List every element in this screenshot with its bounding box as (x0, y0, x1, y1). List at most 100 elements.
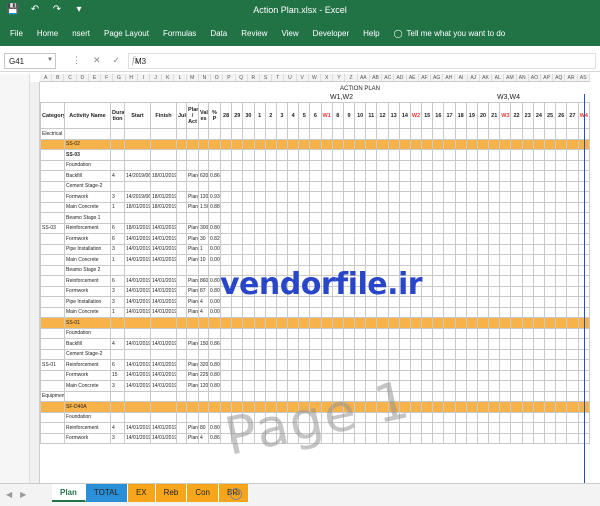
day-cell[interactable] (465, 170, 478, 182)
cell-val[interactable] (198, 401, 209, 413)
day-cell[interactable] (309, 338, 322, 350)
day-cell[interactable] (264, 222, 277, 234)
day-cell[interactable] (543, 327, 557, 339)
day-cell[interactable] (387, 212, 400, 224)
day-cell[interactable] (521, 348, 534, 360)
ribbon-tab[interactable]: Page Layout (104, 29, 149, 38)
column-letter[interactable]: A (40, 74, 53, 81)
day-cell[interactable] (320, 317, 333, 329)
day-cell[interactable] (287, 254, 300, 266)
day-cell[interactable] (432, 306, 445, 318)
cell-cat[interactable] (40, 348, 65, 360)
day-cell[interactable] (532, 254, 545, 266)
cell-cat[interactable] (40, 254, 65, 266)
day-cell[interactable] (409, 170, 423, 182)
day-cell[interactable] (454, 243, 467, 255)
cell-dur[interactable]: 3 (110, 243, 125, 255)
day-cell[interactable] (432, 180, 445, 192)
day-cell[interactable] (298, 306, 311, 318)
cell-finish[interactable]: 14/01/2019 (150, 254, 177, 266)
cell-pct[interactable]: 0.86 (208, 338, 221, 350)
day-cell[interactable] (465, 401, 478, 413)
day-cell[interactable] (432, 275, 445, 287)
day-cell[interactable] (555, 369, 568, 381)
cell-juki[interactable] (176, 348, 187, 360)
day-cell[interactable] (521, 359, 534, 371)
header-activity[interactable]: Activity Name (64, 102, 111, 129)
cell-start[interactable]: 14/01/2019 (124, 275, 151, 287)
cell-val[interactable]: 150 (198, 338, 209, 350)
cell-juki[interactable] (176, 411, 187, 423)
day-cell[interactable] (465, 306, 478, 318)
day-cell[interactable] (432, 159, 445, 171)
day-cell[interactable] (287, 212, 300, 224)
day-cell[interactable] (465, 422, 478, 434)
day-cell[interactable] (287, 201, 300, 213)
day-cell[interactable] (432, 296, 445, 308)
day-cell[interactable] (219, 306, 233, 318)
day-cell[interactable] (275, 327, 289, 339)
day-cell[interactable] (488, 191, 501, 203)
day-cell[interactable] (421, 359, 434, 371)
day-cell[interactable] (499, 243, 512, 255)
day-cell[interactable] (499, 411, 512, 423)
day-cell[interactable] (264, 359, 277, 371)
cell-act[interactable]: Reinforcement (64, 422, 111, 434)
cell-finish[interactable]: 14/01/2019 (150, 432, 177, 444)
day-cell[interactable] (342, 254, 356, 266)
day-cell[interactable] (521, 233, 534, 245)
day-cell[interactable] (488, 138, 501, 150)
day-cell[interactable] (354, 138, 367, 150)
day-cell[interactable] (488, 285, 501, 297)
day-cell[interactable] (443, 254, 456, 266)
day-cell[interactable] (465, 317, 478, 329)
cell-pct[interactable] (208, 180, 221, 192)
day-cell[interactable] (488, 128, 501, 140)
day-cell[interactable] (219, 369, 233, 381)
day-cell[interactable] (532, 317, 545, 329)
day-cell[interactable] (231, 338, 244, 350)
day-cell[interactable] (354, 359, 367, 371)
cell-pct[interactable] (208, 348, 221, 360)
day-header[interactable]: 20 (476, 102, 490, 129)
cell-cat[interactable] (40, 380, 65, 392)
cell-pct[interactable] (208, 264, 221, 276)
day-cell[interactable] (264, 317, 277, 329)
day-cell[interactable] (421, 306, 434, 318)
day-cell[interactable] (532, 233, 545, 245)
day-cell[interactable] (253, 212, 266, 224)
cell-act[interactable]: Foundation (64, 159, 111, 171)
cell-val[interactable]: 860 (198, 275, 209, 287)
day-cell[interactable] (454, 369, 467, 381)
cell-finish[interactable]: 14/01/2019 (150, 422, 177, 434)
day-cell[interactable] (376, 348, 389, 360)
day-cell[interactable] (231, 149, 244, 161)
cell-juki[interactable] (176, 264, 187, 276)
cell-finish[interactable]: 14/01/2019 (150, 233, 177, 245)
day-cell[interactable] (521, 411, 534, 423)
day-cell[interactable] (298, 191, 311, 203)
cell-finish[interactable]: 14/01/2019 (150, 275, 177, 287)
column-letter[interactable]: AR (565, 74, 578, 81)
worksheet[interactable]: A B C D E F G H I J K L M N O P Q R S T U V W X Y Z AA AB AC AD AE AF AG… (0, 74, 600, 483)
cell-juki[interactable] (176, 128, 187, 140)
cell-start[interactable] (124, 327, 151, 339)
cell-val[interactable]: 1.50 (198, 201, 209, 213)
day-cell[interactable] (376, 128, 389, 140)
day-cell[interactable] (320, 128, 333, 140)
day-cell[interactable] (566, 233, 579, 245)
column-letter[interactable]: AE (407, 74, 419, 81)
day-cell[interactable] (253, 149, 266, 161)
day-cell[interactable] (488, 432, 501, 444)
day-cell[interactable] (387, 317, 400, 329)
day-cell[interactable] (510, 191, 523, 203)
day-cell[interactable] (555, 359, 568, 371)
day-cell[interactable] (443, 422, 456, 434)
day-cell[interactable] (231, 359, 244, 371)
day-cell[interactable] (454, 348, 467, 360)
day-cell[interactable] (398, 233, 411, 245)
cell-dur[interactable] (110, 317, 125, 329)
column-letter[interactable]: X (321, 74, 334, 81)
day-cell[interactable] (242, 138, 255, 150)
day-cell[interactable] (342, 180, 356, 192)
